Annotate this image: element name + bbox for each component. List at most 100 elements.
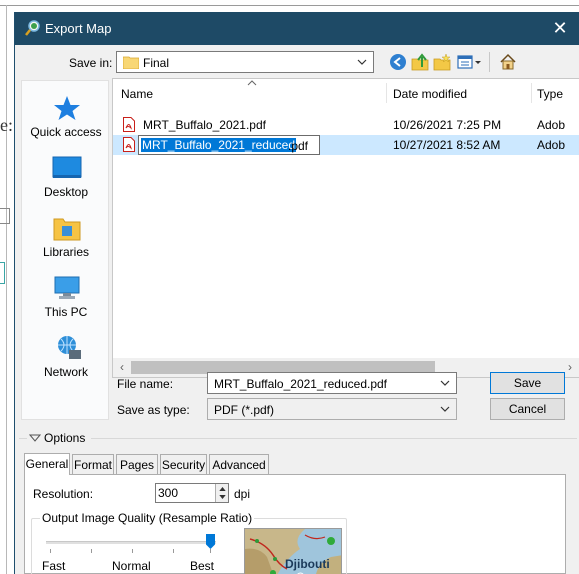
close-icon[interactable]: ✕ — [550, 18, 570, 38]
map-preview-label: Djibouti — [285, 557, 330, 571]
folder-icon — [123, 56, 139, 69]
scroll-left-icon[interactable]: ‹ — [115, 360, 129, 374]
network-icon — [58, 336, 81, 359]
save-in-value: Final — [143, 56, 170, 70]
chevron-down-icon[interactable] — [440, 379, 450, 387]
view-menu-icon[interactable] — [457, 53, 483, 71]
file-name: MRT_Buffalo_2021.pdf — [143, 118, 266, 132]
resolution-spinner[interactable]: 300 — [155, 483, 229, 503]
tab-pages[interactable]: Pages — [116, 454, 158, 474]
slider-tick — [50, 549, 51, 553]
background-shape-fragment — [0, 208, 10, 224]
save-in-label: Save in: — [69, 56, 113, 70]
savetype-label: Save as type: — [117, 403, 190, 417]
place-label: This PC — [44, 305, 88, 319]
place-label: Desktop — [43, 185, 89, 199]
chevron-down-icon — [440, 406, 450, 412]
place-quick-access[interactable]: Quick access — [22, 89, 110, 149]
home-icon[interactable] — [499, 53, 517, 71]
rename-rest-text: .pdf — [288, 139, 309, 153]
slider-tick — [91, 549, 92, 553]
resolution-unit: dpi — [234, 487, 251, 501]
file-type: Adob — [537, 118, 566, 132]
filename-input[interactable]: MRT_Buffalo_2021_reduced.pdf — [207, 372, 457, 394]
quick-access-star-icon — [54, 96, 80, 120]
back-icon[interactable] — [389, 53, 407, 71]
file-date: 10/26/2021 7:25 PM — [393, 118, 502, 132]
background-teal-fragment — [0, 262, 5, 284]
dialog-title: Export Map — [45, 21, 112, 36]
slider-tick — [210, 549, 211, 553]
filename-value: MRT_Buffalo_2021_reduced.pdf — [214, 377, 388, 391]
slider-tick — [132, 549, 133, 553]
column-header-date[interactable]: Date modified — [393, 79, 467, 105]
quality-group: Output Image Quality (Resample Ratio) Fa… — [31, 511, 347, 574]
resolution-label: Resolution: — [33, 487, 94, 501]
cancel-button[interactable]: Cancel — [490, 398, 565, 420]
spinner-buttons[interactable] — [215, 484, 228, 502]
tab-security[interactable]: Security — [160, 454, 207, 474]
spin-up-icon[interactable] — [219, 487, 226, 491]
sort-ascending-icon — [247, 80, 257, 86]
resolution-value: 300 — [158, 486, 179, 500]
options-divider-left — [19, 438, 27, 439]
scroll-right-icon[interactable]: › — [563, 360, 577, 374]
savetype-dropdown[interactable]: PDF (*.pdf) — [207, 398, 457, 420]
app-search-icon — [25, 20, 40, 36]
slider-label-best: Best — [190, 559, 215, 573]
column-header-name[interactable]: Name — [121, 79, 153, 105]
place-label: Quick access — [30, 125, 102, 139]
column-divider — [531, 83, 532, 103]
place-desktop[interactable]: Desktop — [22, 149, 110, 209]
pdf-file-icon — [123, 137, 135, 152]
desktop-icon — [52, 156, 82, 178]
place-libraries[interactable]: Libraries — [22, 209, 110, 269]
slider-label-fast: Fast — [42, 559, 66, 573]
place-label: Network — [43, 365, 88, 379]
save-button[interactable]: Save — [490, 372, 565, 394]
tab-advanced[interactable]: Advanced — [209, 454, 269, 474]
column-header-type[interactable]: Type — [537, 79, 563, 105]
file-list[interactable]: Name Date modified Type MRT_Buffalo_2021… — [112, 78, 579, 378]
options-label: Options — [44, 431, 86, 445]
export-map-dialog: Export Map ✕ Save in: Final Quick access… — [14, 12, 579, 574]
tab-general[interactable]: General — [24, 453, 70, 475]
file-type: Adob — [537, 138, 566, 152]
chevron-down-icon — [357, 59, 367, 65]
pdf-file-icon — [123, 117, 135, 132]
options-divider — [91, 438, 577, 439]
slider-track — [46, 541, 216, 544]
toolbar-separator — [489, 52, 490, 72]
this-pc-icon — [54, 276, 80, 299]
place-this-pc[interactable]: This PC — [22, 269, 110, 329]
new-folder-icon[interactable] — [433, 53, 451, 71]
tab-format[interactable]: Format — [72, 454, 114, 474]
place-label: Libraries — [42, 245, 90, 259]
spin-down-icon[interactable] — [219, 495, 226, 499]
background-top-border — [0, 5, 579, 6]
filename-label: File name: — [117, 377, 174, 391]
screen: e: Export Map ✕ Save in: Final Quick acc… — [0, 0, 579, 574]
map-preview: Djibouti — [244, 528, 342, 574]
file-row-selected[interactable]: MRT_Buffalo_2021_reduced .pdf 10/27/2021… — [113, 135, 579, 155]
chevron-down-icon — [29, 434, 41, 442]
slider-label-normal: Normal — [112, 559, 151, 573]
savetype-value: PDF (*.pdf) — [214, 403, 275, 417]
slider-tick — [173, 549, 174, 553]
rename-edit-box[interactable]: MRT_Buffalo_2021_reduced .pdf — [138, 135, 320, 155]
file-row[interactable]: MRT_Buffalo_2021.pdf 10/26/2021 7:25 PM … — [113, 115, 579, 135]
quality-group-label: Output Image Quality (Resample Ratio) — [40, 511, 255, 525]
background-left-border — [6, 5, 7, 574]
column-divider — [386, 83, 387, 103]
slider-thumb[interactable] — [206, 534, 215, 549]
libraries-icon — [53, 218, 81, 241]
general-tab-panel: Resolution: 300 dpi Output Image Quality… — [24, 474, 566, 574]
up-folder-icon[interactable] — [411, 53, 429, 71]
places-bar: Quick access Desktop Libraries This PC N… — [21, 80, 109, 420]
rename-selected-text: MRT_Buffalo_2021_reduced — [141, 138, 296, 152]
title-bar: Export Map ✕ — [15, 12, 579, 45]
background-text-fragment: e: — [0, 115, 13, 135]
file-date: 10/27/2021 8:52 AM — [393, 138, 501, 152]
save-in-dropdown[interactable]: Final — [116, 51, 374, 73]
place-network[interactable]: Network — [22, 329, 110, 389]
